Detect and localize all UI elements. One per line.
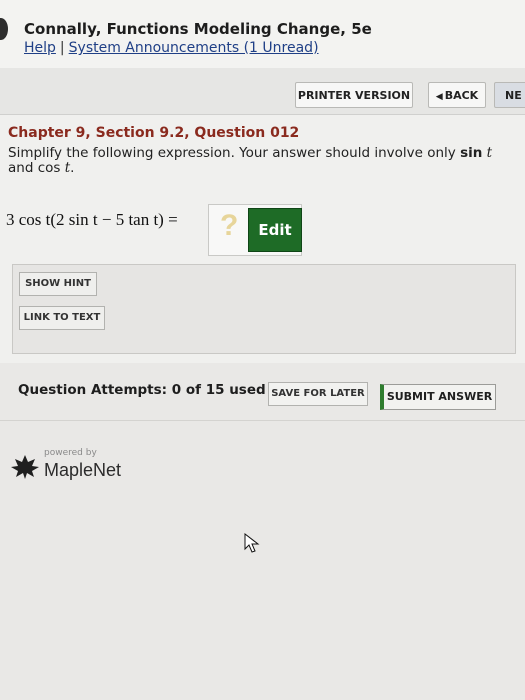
divider — [0, 420, 525, 421]
cos-term: cos — [37, 160, 61, 176]
help-link[interactable]: Help — [24, 40, 56, 56]
header-dot — [0, 18, 8, 40]
submit-answer-button[interactable]: SUBMIT ANSWER — [380, 384, 496, 410]
var-t-1: t — [486, 145, 493, 161]
question-text-part1: Simplify the following expression. Your … — [8, 145, 456, 161]
back-button[interactable]: ◀ BACK — [428, 82, 486, 108]
powered-by-text: powered by — [44, 448, 97, 458]
show-hint-button[interactable]: SHOW HINT — [19, 272, 97, 296]
maple-leaf-icon — [11, 455, 39, 479]
header-links: Help | System Announcements (1 Unread) — [24, 40, 319, 56]
mouse-cursor-icon — [244, 533, 260, 553]
math-expression: 3 cos t(2 sin t − 5 tan t) = — [6, 210, 178, 229]
top-header: Connally, Functions Modeling Change, 5e … — [0, 0, 525, 69]
sin-term: sin — [460, 145, 483, 161]
book-title: Connally, Functions Modeling Change, 5e — [24, 20, 372, 38]
question-attempts: Question Attempts: 0 of 15 used — [18, 382, 266, 398]
maplenet-logo-text: MapleNet — [44, 460, 122, 480]
announcements-link[interactable]: System Announcements (1 Unread) — [69, 40, 319, 56]
period: . — [70, 160, 75, 176]
question-text: Simplify the following expression. Your … — [8, 146, 518, 176]
save-for-later-button[interactable]: SAVE FOR LATER — [268, 382, 368, 406]
edit-button[interactable]: Edit — [248, 208, 302, 252]
back-label: BACK — [444, 89, 479, 102]
and-word: and — [8, 160, 34, 176]
back-arrow-icon: ◀ — [435, 92, 443, 102]
link-to-text-button[interactable]: LINK TO TEXT — [19, 306, 105, 330]
next-button[interactable]: NE — [494, 82, 525, 108]
question-title: Chapter 9, Section 9.2, Question 012 — [8, 125, 300, 141]
link-separator: | — [59, 40, 65, 56]
printer-version-button[interactable]: PRINTER VERSION — [295, 82, 413, 108]
answer-placeholder-icon: ? — [220, 209, 239, 242]
